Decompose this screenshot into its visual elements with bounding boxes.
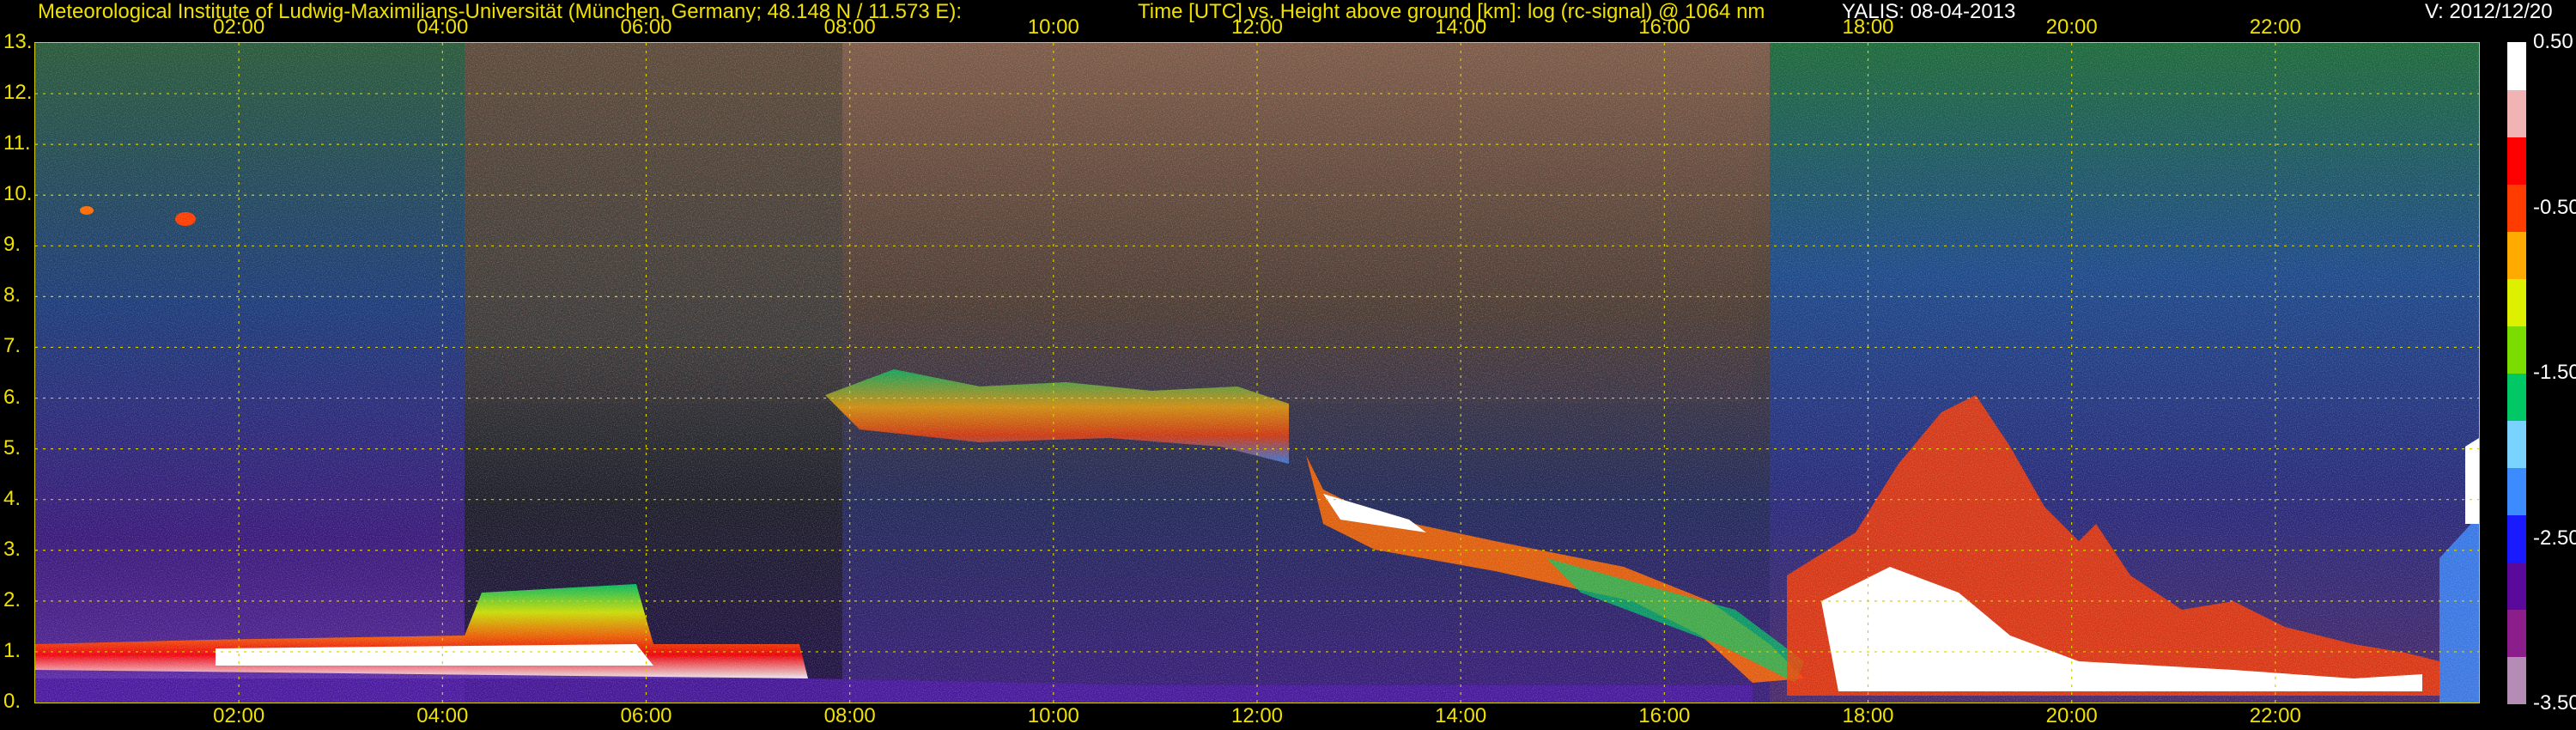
- colorbar-segment: [2507, 184, 2526, 232]
- x-tick-label-bot: 16:00: [1638, 704, 1691, 727]
- x-tick-label-bot: 14:00: [1435, 704, 1487, 727]
- colorbar-segment: [2507, 42, 2526, 90]
- x-tick-label-bot: 08:00: [823, 704, 876, 727]
- y-tick-label: 12.: [3, 81, 33, 105]
- y-tick-label: 10.: [3, 182, 33, 206]
- colorbar-segment: [2507, 373, 2526, 421]
- x-tick-label-bot: 10:00: [1027, 704, 1079, 727]
- colorbar-segment: [2507, 278, 2526, 326]
- y-tick-label: 5.: [3, 435, 21, 459]
- x-tick-label-bot: 06:00: [620, 704, 672, 727]
- colorbar-segment: [2507, 420, 2526, 468]
- colorbar-segment: [2507, 514, 2526, 563]
- x-tick-label-bot: 22:00: [2249, 704, 2301, 727]
- x-tick-label-bot: 02:00: [213, 704, 265, 727]
- colorbar-segment: [2507, 89, 2526, 137]
- colorbar-segment: [2507, 137, 2526, 185]
- y-tick-label: 0.: [3, 690, 21, 713]
- colorbar-segment: [2507, 325, 2526, 374]
- x-tick-label-top: 18:00: [1842, 15, 1894, 39]
- colorbar-tick-label: -0.50: [2533, 195, 2576, 219]
- y-tick-label: 2.: [3, 587, 21, 611]
- x-tick-label-top: 16:00: [1638, 15, 1691, 39]
- x-tick-label-bot: 18:00: [1842, 704, 1894, 727]
- colorbar-segment: [2507, 467, 2526, 515]
- colorbar-tick-label: 0.50: [2533, 30, 2573, 53]
- header-institute: Meteorological Institute of Ludwig-Maxim…: [38, 0, 963, 23]
- x-tick-label-top: 12:00: [1230, 15, 1284, 39]
- lidar-heatmap-plot: [34, 42, 2480, 703]
- x-tick-label-bot: 20:00: [2045, 704, 2098, 727]
- x-tick-label-top: 02:00: [213, 15, 265, 39]
- y-tick-label: 4.: [3, 486, 21, 510]
- x-tick-label-top: 08:00: [823, 15, 876, 39]
- x-tick-label-top: 22:00: [2249, 15, 2301, 39]
- colorbar-segment: [2507, 231, 2526, 279]
- x-tick-label-top: 20:00: [2045, 15, 2098, 39]
- x-tick-label-top: 06:00: [620, 15, 672, 39]
- y-tick-label: 8.: [3, 283, 21, 307]
- x-tick-label-top: 14:00: [1435, 15, 1487, 39]
- noise-overlay-warm: [465, 43, 1753, 404]
- colorbar-segment: [2507, 609, 2526, 657]
- header-version: V: 2012/12/20: [2425, 0, 2553, 23]
- y-tick-label: 13.: [3, 30, 33, 53]
- colorbar-tick-label: -3.50: [2533, 691, 2576, 715]
- x-tick-label-top: 10:00: [1027, 15, 1079, 39]
- y-tick-label: 1.: [3, 638, 21, 662]
- y-tick-label: 3.: [3, 537, 21, 561]
- y-tick-label: 7.: [3, 334, 21, 358]
- colorbar-segment: [2507, 562, 2526, 610]
- x-tick-label-top: 04:00: [416, 15, 469, 39]
- y-tick-label: 9.: [3, 233, 21, 257]
- colorbar-tick-label: -1.50: [2533, 361, 2576, 384]
- lidar-heatmap-svg: [35, 43, 2479, 703]
- colorbar-segment: [2507, 656, 2526, 704]
- colorbar: [2507, 42, 2526, 704]
- y-tick-label: 11.: [3, 131, 31, 155]
- y-tick-label: 6.: [3, 385, 21, 409]
- x-tick-label-bot: 04:00: [416, 704, 469, 727]
- colorbar-tick-label: -2.50: [2533, 526, 2576, 550]
- x-tick-label-bot: 12:00: [1230, 704, 1284, 727]
